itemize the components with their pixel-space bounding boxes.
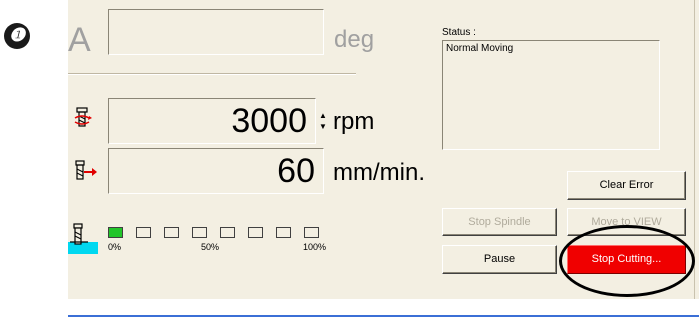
step-number-badge: ❶ — [4, 23, 30, 49]
cutting-depth-icon — [68, 222, 98, 254]
status-label: Status : — [442, 27, 476, 38]
clear-error-button[interactable]: Clear Error — [567, 171, 686, 200]
progress-label-50: 50% — [201, 242, 220, 252]
panel-right-edge — [694, 0, 695, 299]
highlight-circle — [559, 225, 695, 297]
spindle-speed-icon — [74, 107, 94, 131]
progress-segment — [304, 227, 319, 238]
spin-down-icon[interactable]: ▼ — [318, 121, 328, 132]
spindle-speed-field[interactable]: 3000 — [108, 98, 316, 144]
progress-segment — [248, 227, 263, 238]
progress-segment — [108, 227, 123, 238]
stop-spindle-button[interactable]: Stop Spindle — [442, 208, 557, 236]
progress-segment — [136, 227, 151, 238]
progress-segment — [192, 227, 207, 238]
spindle-speed-spinner[interactable]: ▲ ▼ — [318, 110, 328, 132]
cutting-progress: 0% 50% 100% — [108, 227, 328, 253]
feed-rate-value: 60 — [277, 152, 315, 190]
progress-label-100: 100% — [303, 242, 327, 252]
status-box: Normal Moving — [442, 40, 660, 150]
feed-rate-unit: mm/min. — [333, 159, 425, 186]
angle-unit-label: deg — [334, 26, 375, 53]
section-divider — [68, 73, 356, 75]
spin-up-icon[interactable]: ▲ — [318, 110, 328, 121]
status-text: Normal Moving — [446, 43, 514, 54]
progress-segment — [220, 227, 235, 238]
progress-segment — [276, 227, 291, 238]
feed-rate-field: 60 — [108, 148, 324, 194]
angle-field — [108, 9, 324, 55]
spindle-speed-unit: rpm — [333, 108, 375, 135]
panel-bottom-border — [68, 315, 699, 317]
axis-a-label: A — [68, 21, 91, 59]
spindle-speed-value: 3000 — [231, 102, 307, 140]
progress-label-0: 0% — [108, 242, 122, 252]
progress-segment — [164, 227, 179, 238]
feed-rate-icon — [74, 160, 97, 184]
pause-button[interactable]: Pause — [442, 245, 557, 274]
